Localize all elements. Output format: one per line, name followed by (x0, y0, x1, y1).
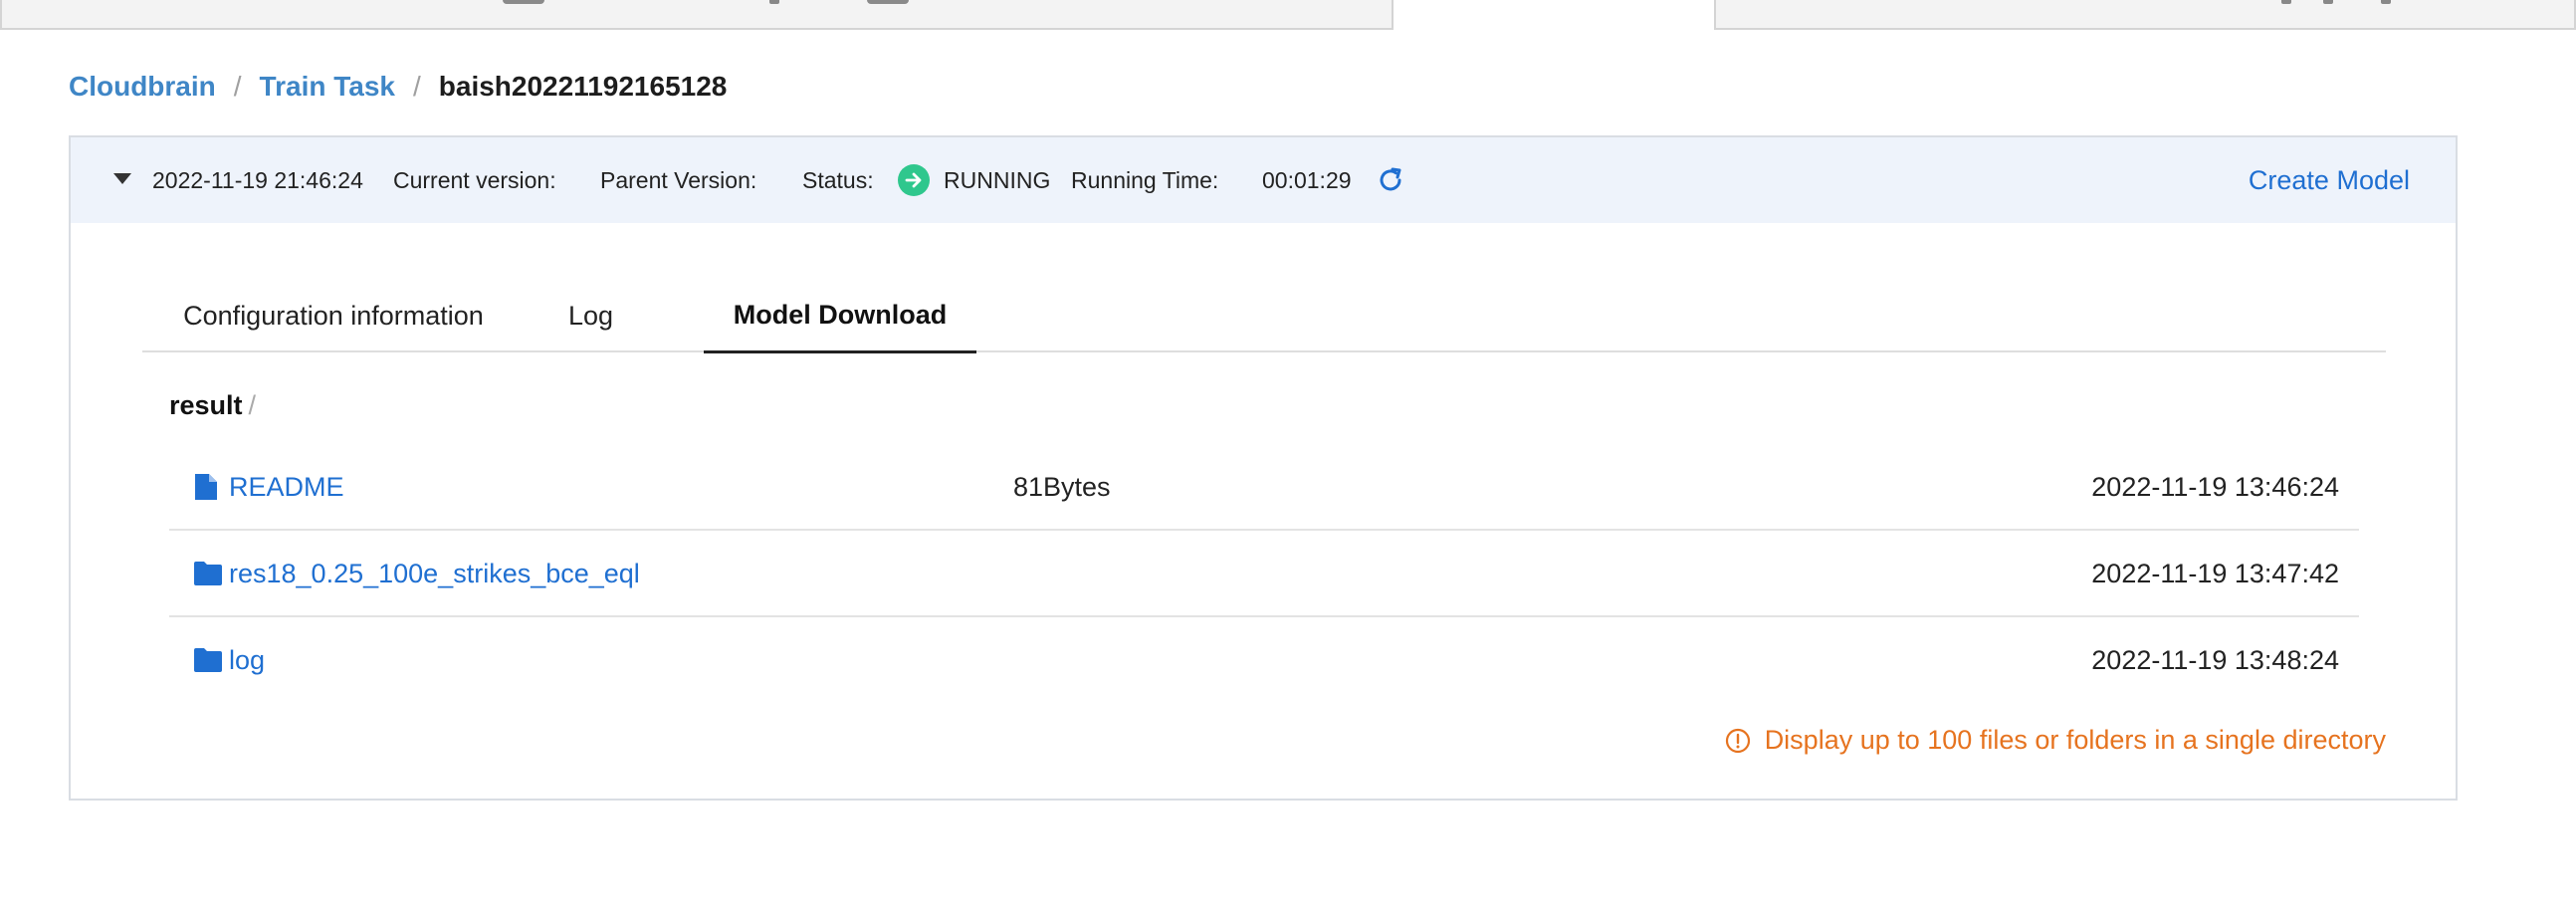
file-modified-date: 2022-11-19 13:48:24 (2091, 645, 2339, 675)
breadcrumb-current-task: baish20221192165128 (438, 71, 728, 102)
file-modified-date: 2022-11-19 13:46:24 (2091, 472, 2339, 502)
folder-name-link[interactable]: res18_0.25_100e_strikes_bce_eql (229, 531, 640, 617)
refresh-icon (1380, 167, 1401, 191)
running-time-label: Running Time: (1071, 166, 1219, 193)
tab-model-download[interactable]: Model Download (704, 279, 976, 353)
tab-handle-left (503, 0, 544, 4)
breadcrumb-cloudbrain-link[interactable]: Cloudbrain (69, 71, 216, 103)
tab-mark (2281, 0, 2291, 4)
top-tab-active[interactable] (1394, 0, 1714, 30)
path-root[interactable]: result (169, 390, 243, 420)
file-name-link[interactable]: README (229, 444, 344, 531)
folder-name-link[interactable]: log (229, 617, 265, 704)
breadcrumb-separator: / (233, 71, 242, 102)
current-version-label: Current version: (393, 166, 556, 193)
file-modified-date: 2022-11-19 13:47:42 (2091, 559, 2339, 588)
refresh-button[interactable] (1375, 137, 1406, 223)
top-tab-right[interactable] (1714, 0, 2576, 30)
task-version-panel: 2022-11-19 21:46:24 Current version: Par… (69, 135, 2458, 801)
status-label: Status: (802, 166, 874, 193)
file-icon (195, 474, 217, 500)
top-tab-left[interactable] (0, 0, 1394, 30)
status-value: RUNNING (944, 166, 1051, 193)
status-running-icon (898, 164, 930, 196)
warning-circle-icon (1725, 728, 1750, 753)
file-size: 81Bytes (1013, 472, 1111, 502)
tab-mark (2381, 0, 2391, 4)
file-row[interactable]: README 81Bytes 2022-11-19 13:46:24 (169, 444, 2359, 531)
create-model-button[interactable]: Create Model (2249, 137, 2410, 223)
running-time-value: 00:01:29 (1262, 166, 1352, 193)
collapse-caret-icon[interactable] (113, 173, 131, 184)
directory-path: result / (169, 390, 256, 421)
breadcrumb-separator: / (412, 71, 421, 102)
file-limit-notice: Display up to 100 files or folders in a … (1725, 725, 2386, 756)
tab-configuration-information[interactable]: Configuration information (142, 279, 525, 352)
tab-mark (769, 0, 779, 4)
tab-mark (2323, 0, 2333, 4)
detail-tabs: Configuration information Log Model Down… (142, 279, 2386, 353)
version-timestamp: 2022-11-19 21:46:24 (152, 166, 363, 193)
path-separator: / (248, 390, 257, 420)
tab-log[interactable]: Log (525, 279, 657, 352)
tab-handle-right (867, 0, 909, 4)
breadcrumb-train-task-link[interactable]: Train Task (260, 71, 395, 103)
top-tab-strip (0, 0, 2576, 30)
status-indicator (898, 137, 930, 223)
folder-icon (194, 648, 222, 672)
folder-icon (194, 562, 222, 585)
notice-text: Display up to 100 files or folders in a … (1764, 725, 2386, 755)
breadcrumb: Cloudbrain / Train Task / baish202211921… (69, 66, 727, 108)
version-header[interactable]: 2022-11-19 21:46:24 Current version: Par… (71, 137, 2456, 223)
file-row[interactable]: log 2022-11-19 13:48:24 (169, 617, 2359, 704)
parent-version-label: Parent Version: (600, 166, 757, 193)
file-row[interactable]: res18_0.25_100e_strikes_bce_eql 2022-11-… (169, 531, 2359, 617)
